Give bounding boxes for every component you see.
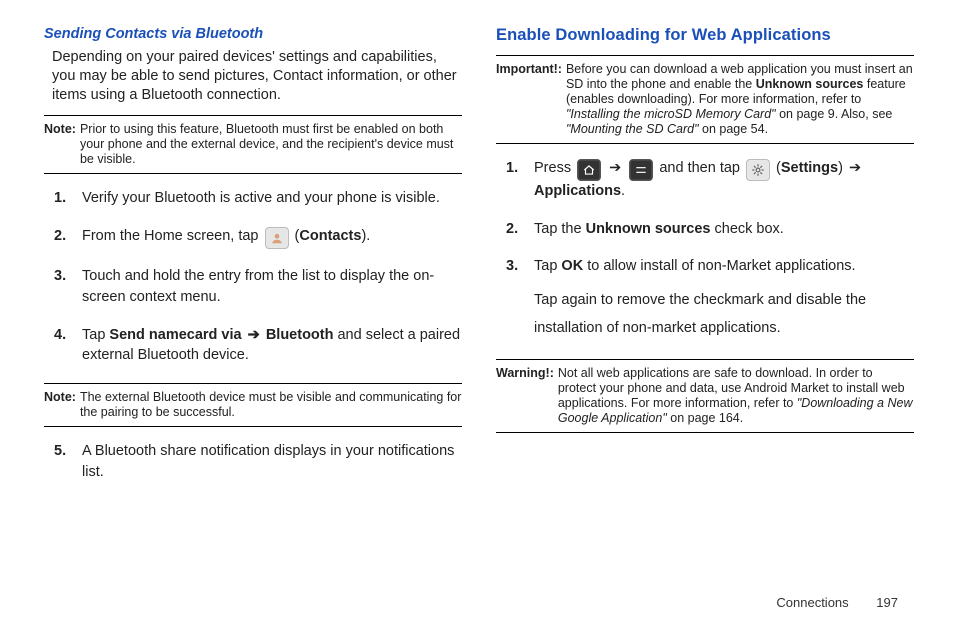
- note-text: The external Bluetooth device must be vi…: [76, 390, 462, 420]
- step-text: A Bluetooth share notification displays …: [82, 441, 462, 482]
- important-box: Important!: Before you can download a we…: [496, 55, 914, 144]
- step-number: 3.: [506, 256, 534, 342]
- step-number: 1.: [54, 188, 82, 209]
- important-label: Important!:: [496, 62, 562, 137]
- contacts-icon: [265, 227, 289, 249]
- ordered-list: 5. A Bluetooth share notification displa…: [44, 441, 462, 482]
- step-text: Tap Send namecard via ➔ Bluetooth and se…: [82, 325, 462, 366]
- list-item: 3. Tap OK to allow install of non-Market…: [506, 256, 914, 342]
- warning-label: Warning!:: [496, 366, 554, 426]
- list-item: 1. Verify your Bluetooth is active and y…: [54, 188, 462, 209]
- list-item: 4. Tap Send namecard via ➔ Bluetooth and…: [54, 325, 462, 366]
- list-item: 2. From the Home screen, tap (Contacts).: [54, 226, 462, 249]
- note-label: Note:: [44, 390, 76, 420]
- section-heading: Enable Downloading for Web Applications: [496, 26, 914, 45]
- list-item: 3. Touch and hold the entry from the lis…: [54, 266, 462, 307]
- ordered-list: 1. Verify your Bluetooth is active and y…: [44, 188, 462, 366]
- left-column: Sending Contacts via Bluetooth Depending…: [44, 26, 462, 500]
- step-number: 2.: [506, 219, 534, 240]
- ordered-list: 1. Press ➔ and then tap (Settings) ➔: [496, 158, 914, 342]
- footer-section: Connections: [776, 595, 848, 610]
- step-number: 4.: [54, 325, 82, 366]
- step-text: Press ➔ and then tap (Settings) ➔ Applic…: [534, 158, 914, 202]
- step-text: From the Home screen, tap (Contacts).: [82, 226, 462, 249]
- important-text: Before you can download a web applicatio…: [562, 62, 914, 137]
- note-label: Note:: [44, 122, 76, 167]
- warning-text: Not all web applications are safe to dow…: [554, 366, 914, 426]
- step-number: 2.: [54, 226, 82, 249]
- step-text: Verify your Bluetooth is active and your…: [82, 188, 462, 209]
- warning-box: Warning!: Not all web applications are s…: [496, 359, 914, 433]
- step-text: Touch and hold the entry from the list t…: [82, 266, 462, 307]
- page-footer: Connections 197: [776, 595, 898, 610]
- right-column: Enable Downloading for Web Applications …: [496, 26, 914, 500]
- home-icon: [577, 159, 601, 181]
- page-number: 197: [852, 595, 898, 610]
- step-number: 3.: [54, 266, 82, 307]
- step-text: Tap the Unknown sources check box.: [534, 219, 914, 240]
- note-text: Prior to using this feature, Bluetooth m…: [76, 122, 462, 167]
- list-item: 1. Press ➔ and then tap (Settings) ➔: [506, 158, 914, 202]
- note-box: Note: Prior to using this feature, Bluet…: [44, 115, 462, 174]
- menu-icon: [629, 159, 653, 181]
- step-number: 5.: [54, 441, 82, 482]
- gear-icon: [746, 159, 770, 181]
- step-text: Tap OK to allow install of non-Market ap…: [534, 256, 914, 342]
- list-item: 5. A Bluetooth share notification displa…: [54, 441, 462, 482]
- intro-paragraph: Depending on your paired devices' settin…: [52, 48, 462, 105]
- note-box: Note: The external Bluetooth device must…: [44, 383, 462, 427]
- list-item: 2. Tap the Unknown sources check box.: [506, 219, 914, 240]
- step-number: 1.: [506, 158, 534, 202]
- sub-heading: Sending Contacts via Bluetooth: [44, 26, 462, 42]
